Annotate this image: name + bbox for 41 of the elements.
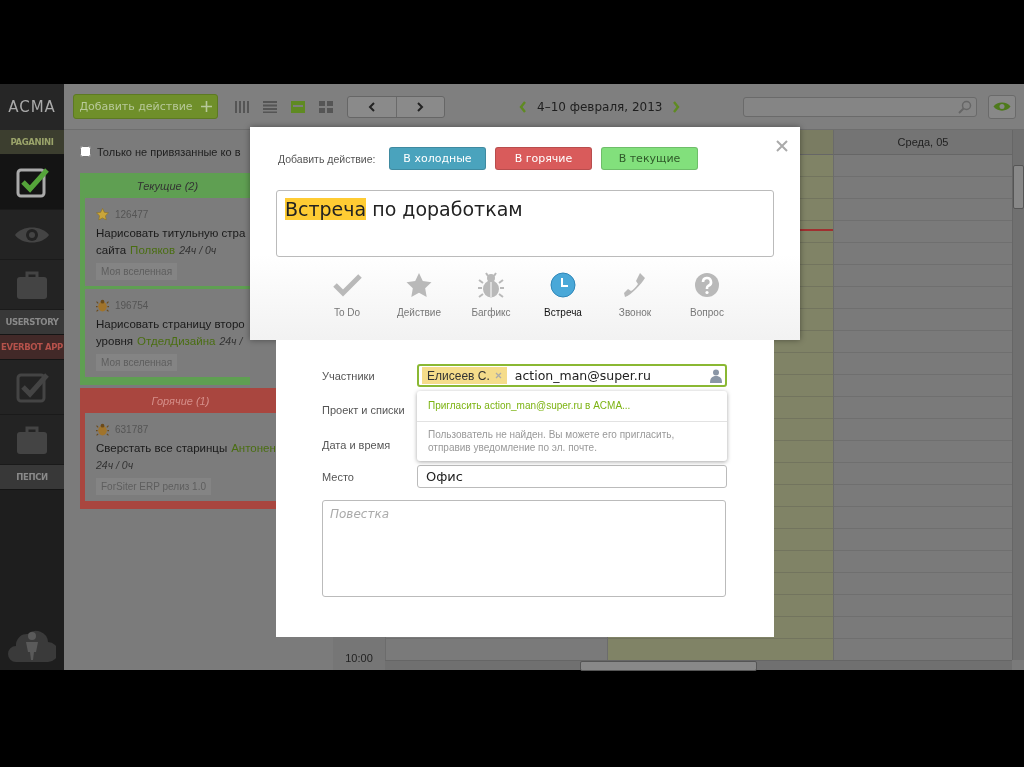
type-tab[interactable]: Действие [383, 271, 455, 318]
group-title: Текущие (2) [135, 178, 200, 194]
add-to-list-button[interactable]: В холодные [389, 147, 486, 170]
field-label: Место [322, 470, 355, 483]
type-tab[interactable]: Багфикс [455, 271, 527, 318]
agenda-field[interactable]: Повестка [322, 500, 726, 597]
add-action-label: Добавить действие: [278, 152, 377, 165]
project-label[interactable]: ПЕПСИ [0, 465, 64, 490]
project-label[interactable]: USERSTORY [0, 310, 64, 335]
field-label: Дата и время [322, 438, 392, 451]
filter-label: Только не привязанные ко в [97, 145, 241, 158]
type-tab[interactable]: Звонок [599, 271, 671, 318]
time-estimate: 24ч / 0ч [96, 458, 134, 471]
task-title: Нарисовать титульную стра [96, 226, 246, 239]
title-field[interactable]: Встреча по доработкам [276, 190, 774, 257]
project-label[interactable]: PAGANINI [0, 130, 64, 155]
time-estimate: 24ч / [219, 334, 243, 347]
group-title: Горячие (1) [150, 393, 211, 409]
type-tab[interactable]: Встреча [527, 271, 599, 318]
field-label: Проект и списки [322, 403, 406, 416]
project-label[interactable]: EVERBOT APP [0, 335, 64, 360]
type-tab[interactable]: Вопрос [671, 271, 743, 318]
task-title: сайта [96, 243, 127, 256]
add-to-list-button[interactable]: В текущие [601, 147, 698, 170]
task-title: Сверстать все старинцы [96, 441, 228, 454]
task-title: уровня [96, 334, 134, 347]
task-title: Нарисовать страницу второ [96, 317, 245, 330]
app-logo: ACMA [0, 84, 64, 130]
field-label: Участники [322, 369, 376, 382]
invite-link[interactable]: Пригласить action_man@super.ru в ACMA... [417, 391, 727, 422]
place-field[interactable]: Офис [417, 465, 727, 488]
participant-token[interactable]: Елисеев С. [422, 367, 507, 384]
add-action-button[interactable]: Добавить действие [73, 94, 218, 119]
time-estimate: 24ч / 0ч [179, 243, 217, 256]
participants-field[interactable]: Елисеев С. action_man@super.ru [417, 364, 727, 387]
date-range: 4–10 февраля, 2013 [537, 99, 663, 114]
time-label: 10:00 [345, 652, 373, 664]
type-tab[interactable]: To Do [311, 271, 383, 318]
add-to-list-button[interactable]: В горячие [495, 147, 592, 170]
day-header: Среда, 05 [833, 130, 1012, 155]
not-found-message: Пользователь не найден. Вы можете его пригласить, отправив уведомление по эл. почте. [427, 428, 676, 455]
